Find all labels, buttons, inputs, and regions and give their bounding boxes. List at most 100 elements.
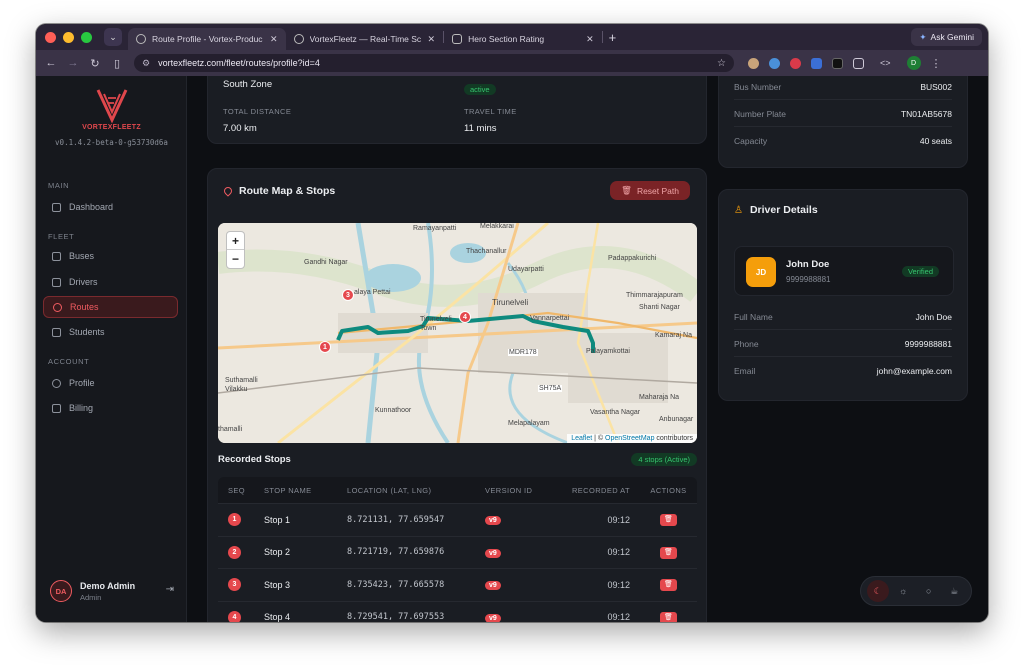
map-zoom-control: + −: [226, 231, 245, 269]
sidebar-item-label: Routes: [70, 302, 99, 312]
divider: [734, 329, 952, 330]
route-map[interactable]: Ramayanpatti Melakkarai Gandhi Nagar Tha…: [218, 223, 697, 443]
map-stop-marker[interactable]: 1: [319, 341, 331, 353]
terminal-extension-icon[interactable]: [832, 57, 843, 69]
cup-icon[interactable]: ☕: [943, 580, 965, 602]
user-icon: [52, 378, 61, 388]
column-header: RECORDED AT: [571, 485, 630, 495]
delete-stop-button[interactable]: 🗑: [660, 611, 677, 622]
sun-icon[interactable]: ☼: [892, 580, 914, 602]
seq-cell: 2: [218, 545, 264, 559]
route-map-title-text: Route Map & Stops: [239, 185, 336, 197]
close-window-button[interactable]: [45, 31, 56, 43]
delete-stop-button[interactable]: 🗑: [660, 579, 677, 592]
browser-menu-icon[interactable]: ⋮: [931, 57, 942, 70]
close-tab-icon[interactable]: ✕: [270, 34, 278, 45]
close-tab-icon[interactable]: ✕: [586, 34, 594, 45]
tab-title: Route Profile - Vortex-Produc: [152, 34, 263, 44]
sidebar-item-label: Billing: [69, 403, 94, 413]
close-tab-icon[interactable]: ✕: [428, 34, 436, 45]
column-header: STOP NAME: [264, 485, 312, 495]
recorded-stops-title: Recorded Stops: [218, 454, 291, 465]
sidebar-item-buses[interactable]: Buses: [43, 245, 178, 267]
extensions-menu-icon[interactable]: [853, 57, 864, 69]
version-cell: v9: [485, 579, 548, 591]
delete-stop-button[interactable]: 🗑: [660, 546, 677, 559]
browser-toolbar: ← → ↻ ▯ ⚙ vortexfleetz.com/fleet/routes/…: [36, 50, 988, 76]
column-header: SEQ: [228, 485, 246, 495]
stop-location: 8.729541, 77.697553: [347, 612, 445, 622]
verified-badge: Verified: [901, 266, 939, 277]
address-bar[interactable]: ⚙ vortexfleetz.com/fleet/routes/profile?…: [134, 54, 734, 72]
sidebar-item-routes[interactable]: Routes: [43, 296, 178, 318]
circle-icon[interactable]: ○: [918, 580, 940, 602]
trash-icon: 🗑: [621, 185, 632, 195]
window-controls: [45, 31, 92, 43]
maximize-window-button[interactable]: [81, 31, 92, 43]
extension-icon[interactable]: [790, 57, 801, 69]
new-tab-button[interactable]: +: [609, 30, 617, 45]
sidebar-item-label: Students: [69, 327, 105, 337]
seq-badge: 3: [228, 578, 241, 592]
travel-time-label: TRAVEL TIME: [464, 107, 517, 116]
map-place-label: Thimmarajapuram: [626, 292, 683, 299]
map-place-label: Vannarpettai: [530, 315, 570, 322]
back-button[interactable]: ←: [40, 57, 62, 69]
map-place-label: Kamaraj Na: [655, 332, 692, 339]
book-icon: [52, 327, 61, 337]
reload-button[interactable]: ↻: [84, 57, 106, 70]
side-panel-button[interactable]: ▯: [106, 57, 128, 70]
leaflet-link[interactable]: Leaflet: [571, 435, 592, 442]
sidebar-item-dashboard[interactable]: Dashboard: [43, 196, 178, 218]
map-place-label: Melapalayam: [508, 420, 550, 427]
users-icon: [52, 277, 61, 287]
extension-icon[interactable]: [769, 57, 780, 69]
osm-link[interactable]: OpenStreetMap: [605, 435, 654, 442]
forward-button[interactable]: →: [62, 57, 84, 69]
tab-search-button[interactable]: ⌄: [104, 28, 122, 46]
devtools-icon[interactable]: <>: [880, 58, 891, 68]
tab-vortexfleetz[interactable]: VortexFleetz — Real-Time Sc ✕: [286, 28, 444, 50]
globe-icon: [293, 34, 304, 44]
version-badge: v9: [485, 581, 501, 591]
recorded-at: 09:12: [607, 579, 630, 590]
tab-hero-section[interactable]: Hero Section Rating ✕: [444, 28, 602, 50]
stops-table: SEQ STOP NAME LOCATION (LAT, LNG) VERSIO…: [218, 477, 697, 622]
reset-path-button[interactable]: 🗑 Reset Path: [610, 181, 690, 200]
map-place-label: Suthamalli Vilakku: [225, 377, 258, 393]
sidebar-item-billing[interactable]: Billing: [43, 397, 178, 419]
bus-number-label: Bus Number: [734, 82, 782, 92]
tab-route-profile[interactable]: Route Profile - Vortex-Produc ✕: [128, 28, 286, 50]
tab-strip: ⌄ Route Profile - Vortex-Produc ✕ Vortex…: [36, 24, 988, 50]
map-place-label: Palayamkottai: [586, 348, 630, 355]
map-place-label: SH75A: [538, 385, 563, 392]
driver-summary: JD John Doe 9999988881 Verified: [734, 246, 954, 296]
user-profile[interactable]: DA Demo Admin Admin ⇥: [50, 574, 174, 608]
zoom-in-button[interactable]: +: [227, 232, 244, 250]
puzzle-extension-icon[interactable]: [811, 57, 822, 69]
recorded-at: 09:12: [607, 547, 630, 558]
logout-icon[interactable]: ⇥: [166, 584, 174, 595]
moon-icon[interactable]: ☾: [866, 580, 889, 602]
actions-cell: 🗑: [640, 578, 697, 592]
sidebar-item-students[interactable]: Students: [43, 321, 178, 343]
profile-avatar[interactable]: D: [906, 56, 921, 70]
browser-window: ⌄ Route Profile - Vortex-Produc ✕ Vortex…: [36, 24, 988, 622]
bookmark-star-icon[interactable]: ☆: [717, 58, 726, 69]
delete-stop-button[interactable]: 🗑: [660, 514, 677, 527]
sidebar-item-profile[interactable]: Profile: [43, 372, 178, 394]
zoom-out-button[interactable]: −: [227, 250, 244, 268]
map-stop-marker[interactable]: 4: [459, 311, 471, 323]
minimize-window-button[interactable]: [63, 31, 74, 43]
extension-icon[interactable]: [748, 57, 759, 69]
ask-gemini-button[interactable]: ✦ Ask Gemini: [911, 28, 982, 46]
stop-location: 8.721719, 77.659876: [347, 547, 445, 558]
map-place-label: Anbunagar: [659, 416, 694, 423]
email-row: Email john@example.com: [734, 366, 952, 376]
column-header: ACTIONS: [650, 485, 687, 495]
map-stop-marker[interactable]: 3: [342, 289, 354, 301]
site-info-icon[interactable]: ⚙: [142, 58, 150, 69]
map-place-label: Shanti Nagar: [639, 304, 680, 311]
stop-name: Stop 3: [264, 579, 291, 590]
sidebar-item-drivers[interactable]: Drivers: [43, 271, 178, 293]
